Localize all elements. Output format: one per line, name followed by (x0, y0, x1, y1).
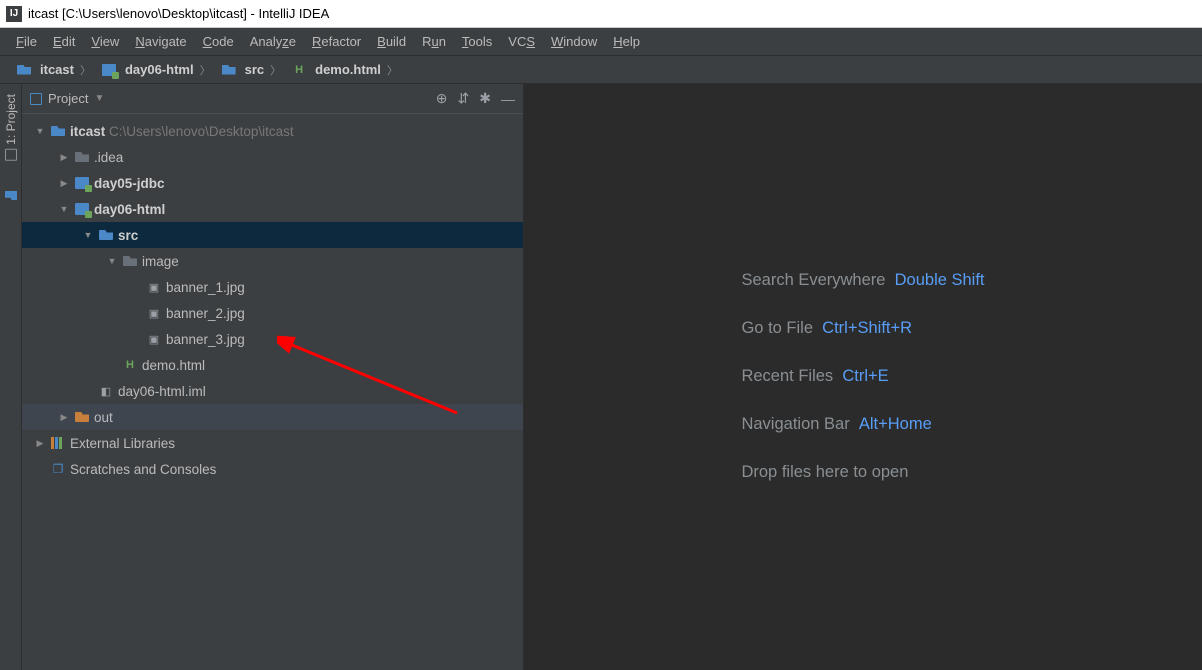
editor-area[interactable]: Search Everywhere Double Shift Go to Fil… (524, 84, 1202, 670)
tree-node-image[interactable]: ▼image (22, 248, 523, 274)
folder-icon (5, 191, 17, 200)
gutter-tab-project[interactable]: 1: Project (4, 94, 18, 161)
project-view-icon (30, 93, 42, 105)
tree-node-banner3[interactable]: ▣banner_3.jpg (22, 326, 523, 352)
editor-hints: Search Everywhere Double Shift Go to Fil… (741, 257, 984, 496)
tree-node-root[interactable]: ▼itcast C:\Users\lenovo\Desktop\itcast (22, 118, 523, 144)
tree-node-day06[interactable]: ▼day06-html (22, 196, 523, 222)
folder-icon (17, 65, 31, 75)
hint-gotofile-shortcut: Ctrl+Shift+R (822, 319, 912, 337)
project-panel-title[interactable]: Project (48, 91, 88, 106)
chevron-right-icon: 〉 (266, 62, 285, 78)
image-file-icon: ▣ (146, 305, 162, 321)
menu-navigate[interactable]: Navigate (127, 34, 194, 49)
folder-icon (75, 152, 89, 162)
gutter-tab-structure[interactable] (5, 191, 17, 200)
menu-build[interactable]: Build (369, 34, 414, 49)
expand-toggle[interactable]: ▶ (34, 438, 46, 449)
folder-icon (75, 412, 89, 422)
iml-file-icon: ◧ (98, 383, 114, 399)
hint-search-shortcut: Double Shift (895, 271, 985, 289)
module-icon (75, 177, 89, 189)
chevron-right-icon: 〉 (383, 62, 402, 78)
folder-icon (222, 65, 236, 75)
menu-edit[interactable]: Edit (45, 34, 83, 49)
image-file-icon: ▣ (146, 279, 162, 295)
menu-vcs[interactable]: VCS (500, 34, 543, 49)
expand-toggle[interactable]: ▼ (82, 230, 94, 240)
module-icon (75, 203, 89, 215)
crumb-root[interactable]: itcast (10, 62, 76, 78)
hint-recent-shortcut: Ctrl+E (842, 367, 888, 385)
hint-navbar-shortcut: Alt+Home (859, 415, 932, 433)
tree-node-scratches[interactable]: ❐Scratches and Consoles (22, 456, 523, 482)
expand-toggle[interactable]: ▼ (34, 126, 46, 136)
menu-run[interactable]: Run (414, 34, 454, 49)
menu-view[interactable]: View (83, 34, 127, 49)
menu-bar: File Edit View Navigate Code Analyze Ref… (0, 28, 1202, 56)
chevron-right-icon: 〉 (196, 62, 215, 78)
menu-tools[interactable]: Tools (454, 34, 500, 49)
hint-drop-label: Drop files here to open (741, 463, 908, 481)
gear-icon[interactable]: ✱ (479, 90, 491, 107)
tree-node-iml[interactable]: ◧day06-html.iml (22, 378, 523, 404)
hide-icon[interactable]: — (501, 91, 515, 107)
menu-help[interactable]: Help (605, 34, 648, 49)
tree-node-day05[interactable]: ▶day05-jdbc (22, 170, 523, 196)
hint-gotofile-label: Go to File (741, 319, 813, 337)
tree-node-banner2[interactable]: ▣banner_2.jpg (22, 300, 523, 326)
project-tool-window: Project ▼ ⊕ ⇵ ✱ — ▼itcast C:\Users\lenov… (22, 84, 524, 670)
menu-file[interactable]: File (8, 34, 45, 49)
tree-node-src[interactable]: ▼src (22, 222, 523, 248)
hint-navbar-label: Navigation Bar (741, 415, 849, 433)
menu-code[interactable]: Code (195, 34, 242, 49)
crumb-module[interactable]: day06-html (95, 62, 196, 78)
folder-icon (99, 230, 113, 240)
html-file-icon: H (122, 357, 138, 373)
expand-toggle[interactable]: ▶ (58, 152, 70, 163)
menu-window[interactable]: Window (543, 34, 605, 49)
expand-toggle[interactable]: ▼ (58, 204, 70, 214)
tree-node-external-libraries[interactable]: ▶External Libraries (22, 430, 523, 456)
module-icon (102, 64, 116, 76)
crumb-src[interactable]: src (215, 62, 267, 78)
expand-toggle[interactable]: ▶ (58, 178, 70, 189)
tree-node-demo[interactable]: Hdemo.html (22, 352, 523, 378)
tree-node-idea[interactable]: ▶.idea (22, 144, 523, 170)
title-bar: IJ itcast [C:\Users\lenovo\Desktop\itcas… (0, 0, 1202, 28)
tree-node-banner1[interactable]: ▣banner_1.jpg (22, 274, 523, 300)
left-gutter: 1: Project (0, 84, 22, 670)
menu-analyze[interactable]: Analyze (242, 34, 304, 49)
project-tree[interactable]: ▼itcast C:\Users\lenovo\Desktop\itcast ▶… (22, 114, 523, 670)
folder-icon (123, 256, 137, 266)
locate-icon[interactable]: ⊕ (436, 90, 448, 107)
image-file-icon: ▣ (146, 331, 162, 347)
library-icon (51, 437, 65, 449)
chevron-down-icon[interactable]: ▼ (94, 93, 104, 104)
scratch-icon: ❐ (50, 461, 66, 477)
window-icon (5, 149, 17, 161)
menu-refactor[interactable]: Refactor (304, 34, 369, 49)
project-panel-header: Project ▼ ⊕ ⇵ ✱ — (22, 84, 523, 114)
hint-search-label: Search Everywhere (741, 271, 885, 289)
chevron-right-icon: 〉 (76, 62, 95, 78)
window-title: itcast [C:\Users\lenovo\Desktop\itcast] … (28, 6, 329, 21)
crumb-file[interactable]: Hdemo.html (285, 62, 383, 78)
expand-toggle[interactable]: ▶ (58, 412, 70, 423)
intellij-icon: IJ (6, 6, 22, 22)
expand-toggle[interactable]: ▼ (106, 256, 118, 266)
tree-node-out[interactable]: ▶out (22, 404, 523, 430)
hint-recent-label: Recent Files (741, 367, 833, 385)
folder-icon (51, 126, 65, 136)
collapse-icon[interactable]: ⇵ (458, 90, 470, 107)
html-icon: H (291, 62, 307, 78)
breadcrumb-bar: itcast 〉 day06-html 〉 src 〉 Hdemo.html 〉 (0, 56, 1202, 84)
